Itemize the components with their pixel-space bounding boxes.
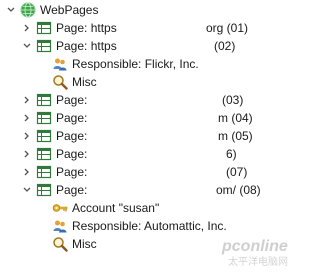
- tree-child-label: Account "susan": [72, 201, 160, 215]
- tree-item-suffix-label: m (05): [218, 129, 253, 143]
- tree-child-label: Responsible: Automattic, Inc.: [72, 219, 227, 233]
- tree-child-misc[interactable]: Misc: [52, 235, 97, 253]
- tree-item-page-03[interactable]: Page:: [22, 91, 87, 109]
- tree-item-label: Page: https: [56, 39, 117, 53]
- tree-item-label: Page:: [56, 111, 88, 125]
- tree-child-misc[interactable]: Misc: [52, 73, 97, 91]
- tree-child-responsible-flickr[interactable]: Responsible: Flickr, Inc.: [52, 55, 199, 73]
- tree-item-suffix: m (05): [218, 127, 253, 145]
- chevron-down-icon[interactable]: [6, 5, 16, 15]
- tree-item-suffix: (07): [226, 163, 247, 181]
- tree-item-suffix: (02): [214, 37, 235, 55]
- tree-item-page-05[interactable]: Page:: [22, 127, 87, 145]
- chevron-down-icon[interactable]: [22, 41, 32, 51]
- tree-item-suffix-label: (03): [222, 93, 244, 107]
- tree-item-suffix-label: (07): [226, 165, 248, 179]
- chevron-right-icon[interactable]: [22, 113, 32, 123]
- tree-item-suffix-label: (02): [214, 39, 236, 53]
- svg-text:太平洋电脑网: 太平洋电脑网: [228, 255, 288, 268]
- table-icon: [36, 164, 52, 180]
- table-icon: [36, 110, 52, 126]
- tree-item-label: Page:: [56, 93, 88, 107]
- chevron-right-icon[interactable]: [22, 131, 32, 141]
- magnifier-icon: [52, 74, 68, 90]
- pconline-watermark: pconline 太平洋电脑网: [218, 235, 314, 269]
- chevron-right-icon[interactable]: [22, 95, 32, 105]
- tree-child-label: Misc: [72, 237, 97, 251]
- tree-item-suffix: org (01): [206, 19, 248, 37]
- tree-item-page-08[interactable]: Page:: [22, 181, 87, 199]
- tree-item-suffix: 6): [226, 145, 237, 163]
- tree-item-label: Page:: [56, 165, 88, 179]
- tree-item-page-01[interactable]: Page: https: [22, 19, 117, 37]
- tree-item-label: Page:: [56, 183, 88, 197]
- tree-item-suffix-label: m (04): [218, 111, 253, 125]
- tree-item-suffix-label: 6): [226, 147, 237, 161]
- tree-item-suffix: m (04): [218, 109, 253, 127]
- tree-item-page-06[interactable]: Page:: [22, 145, 87, 163]
- tree-item-page-02[interactable]: Page: https: [22, 37, 117, 55]
- table-icon: [36, 92, 52, 108]
- tree-item-suffix-label: om/ (08): [216, 183, 261, 197]
- chevron-right-icon[interactable]: [22, 149, 32, 159]
- svg-text:pconline: pconline: [221, 238, 288, 255]
- table-icon: [36, 20, 52, 36]
- tree-root-label: WebPages: [40, 3, 99, 17]
- tree-item-page-07[interactable]: Page:: [22, 163, 87, 181]
- tree-item-suffix-label: org (01): [206, 21, 249, 35]
- tree-item-label: Page:: [56, 147, 88, 161]
- chevron-right-icon[interactable]: [22, 167, 32, 177]
- tree-item-label: Page:: [56, 129, 88, 143]
- magnifier-icon: [52, 236, 68, 252]
- tree-item-suffix: (03): [222, 91, 243, 109]
- tree-child-label: Misc: [72, 75, 97, 89]
- table-icon: [36, 128, 52, 144]
- tree-child-account-susan[interactable]: Account "susan": [52, 199, 159, 217]
- globe-icon: [20, 2, 36, 18]
- table-icon: [36, 146, 52, 162]
- key-icon: [52, 200, 68, 216]
- tree-child-responsible-automattic[interactable]: Responsible: Automattic, Inc.: [52, 217, 227, 235]
- user-group-icon: [52, 56, 68, 72]
- chevron-down-icon[interactable]: [22, 185, 32, 195]
- chevron-right-icon[interactable]: [22, 23, 32, 33]
- user-group-icon: [52, 218, 68, 234]
- pconline-logo: pconline 太平洋电脑网: [221, 238, 288, 268]
- table-icon: [36, 182, 52, 198]
- tree-item-label: Page: https: [56, 21, 117, 35]
- redaction-mask: [118, 38, 214, 54]
- redaction-mask: [118, 20, 206, 36]
- tree-child-label: Responsible: Flickr, Inc.: [72, 57, 199, 71]
- webpages-tree: WebPages Page: https org (01) Page: http…: [0, 0, 322, 275]
- tree-item-suffix: om/ (08): [216, 181, 261, 199]
- tree-item-page-04[interactable]: Page:: [22, 109, 87, 127]
- table-icon: [36, 38, 52, 54]
- tree-root-row[interactable]: WebPages: [6, 1, 98, 19]
